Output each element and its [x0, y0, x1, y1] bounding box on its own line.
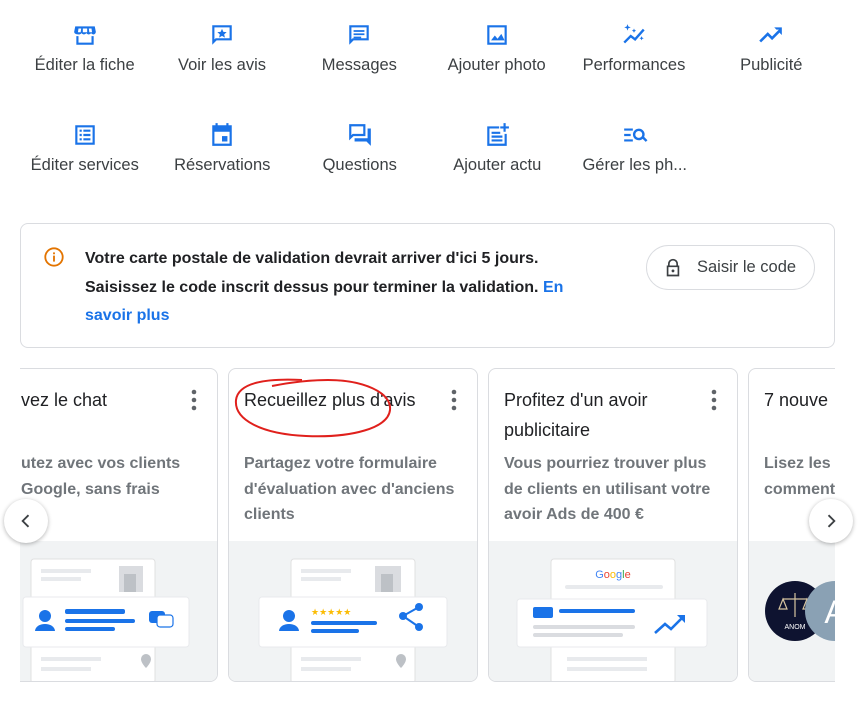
photo-icon [482, 20, 512, 50]
calendar-icon [207, 120, 237, 150]
card-description: Vous pourriez trouver plus de clients en… [504, 455, 711, 523]
add-update-action[interactable]: Ajouter actu [429, 120, 567, 220]
star-review-icon [207, 20, 237, 50]
manage-photos-action[interactable]: Gérer les ph... [566, 120, 704, 220]
quick-actions-grid: Éditer la fiche Voir les avis Messages A… [16, 20, 840, 220]
card-description: Lisez les comment [764, 455, 835, 498]
collect-reviews-card[interactable]: Recueillez plus d'avis Partagez votre fo… [228, 368, 478, 682]
quick-actions-row-1: Éditer la fiche Voir les avis Messages A… [16, 20, 840, 120]
more-options-icon[interactable] [451, 389, 457, 411]
carousel-next-button[interactable] [809, 499, 853, 543]
validation-line-1: Votre carte postale de validation devrai… [85, 250, 539, 267]
questions-label: Questions [322, 156, 397, 174]
card-description: Partagez votre formulaire d'évaluation a… [244, 455, 455, 523]
advertising-action[interactable]: Publicité [703, 20, 840, 120]
card-title: Profitez d'un avoir publicitaire [504, 390, 648, 440]
carousel-previous-button[interactable] [4, 499, 48, 543]
validation-message: Votre carte postale de validation devrai… [85, 245, 605, 331]
storefront-icon [70, 20, 100, 50]
card-title: vez le chat [21, 390, 108, 410]
chat-illustration [20, 541, 217, 681]
card-title: 7 nouve [764, 390, 829, 410]
questions-action[interactable]: Questions [291, 120, 429, 220]
edit-services-action[interactable]: Éditer services [16, 120, 154, 220]
chat-card[interactable]: vez le chat utez avec vos clients Google… [20, 368, 218, 682]
quick-actions-row-2: Éditer services Réservations Questions A… [16, 120, 840, 220]
svg-text:★★★★★: ★★★★★ [311, 608, 351, 618]
avatar-logo-text: ANOM [785, 624, 806, 631]
card-description: utez avec vos clients Google, sans frais [21, 455, 181, 498]
more-options-icon[interactable] [711, 389, 717, 411]
trending-up-icon [756, 20, 786, 50]
avatar-letter: A [824, 594, 835, 630]
ad-credit-illustration: Google [489, 541, 737, 681]
edit-services-label: Éditer services [30, 156, 139, 174]
performance-label: Performances [582, 56, 686, 74]
suggestion-carousel: vez le chat utez avec vos clients Google… [20, 368, 835, 684]
add-photo-action[interactable]: Ajouter photo [428, 20, 565, 120]
reservations-label: Réservations [174, 156, 271, 174]
reservations-action[interactable]: Réservations [154, 120, 292, 220]
add-update-label: Ajouter actu [453, 156, 542, 174]
view-reviews-action[interactable]: Voir les avis [153, 20, 290, 120]
manage-search-icon [620, 120, 650, 150]
chevron-right-icon [827, 514, 836, 528]
performance-action[interactable]: Performances [565, 20, 702, 120]
avatars-illustration: ANOM A [749, 541, 835, 681]
edit-profile-action[interactable]: Éditer la fiche [16, 20, 153, 120]
advertising-label: Publicité [740, 56, 803, 74]
info-icon [44, 247, 64, 267]
messages-action[interactable]: Messages [291, 20, 428, 120]
enter-code-button[interactable]: Saisir le code [646, 245, 815, 290]
validation-line-2: Saisissez le code inscrit dessus pour te… [85, 278, 539, 296]
card-title: Recueillez plus d'avis [244, 390, 416, 410]
messages-label: Messages [321, 56, 397, 74]
enter-code-label: Saisir le code [697, 258, 797, 276]
sparkle-trend-icon [619, 20, 649, 50]
view-reviews-label: Voir les avis [177, 56, 267, 74]
more-options-icon[interactable] [191, 389, 197, 411]
manage-photos-label: Gérer les ph... [582, 156, 688, 174]
message-icon [344, 20, 374, 50]
question-chat-icon [345, 120, 375, 150]
list-icon [70, 120, 100, 150]
validation-banner: Votre carte postale de validation devrai… [20, 223, 835, 348]
edit-profile-label: Éditer la fiche [34, 56, 135, 74]
lock-icon [666, 258, 680, 276]
chevron-left-icon [21, 514, 30, 528]
reviews-illustration: ★★★★★ [229, 541, 477, 681]
post-add-icon [482, 120, 512, 150]
add-photo-label: Ajouter photo [447, 56, 546, 74]
ad-credit-card[interactable]: Profitez d'un avoir publicitaire Vous po… [488, 368, 738, 682]
google-logo: Google [595, 569, 631, 581]
